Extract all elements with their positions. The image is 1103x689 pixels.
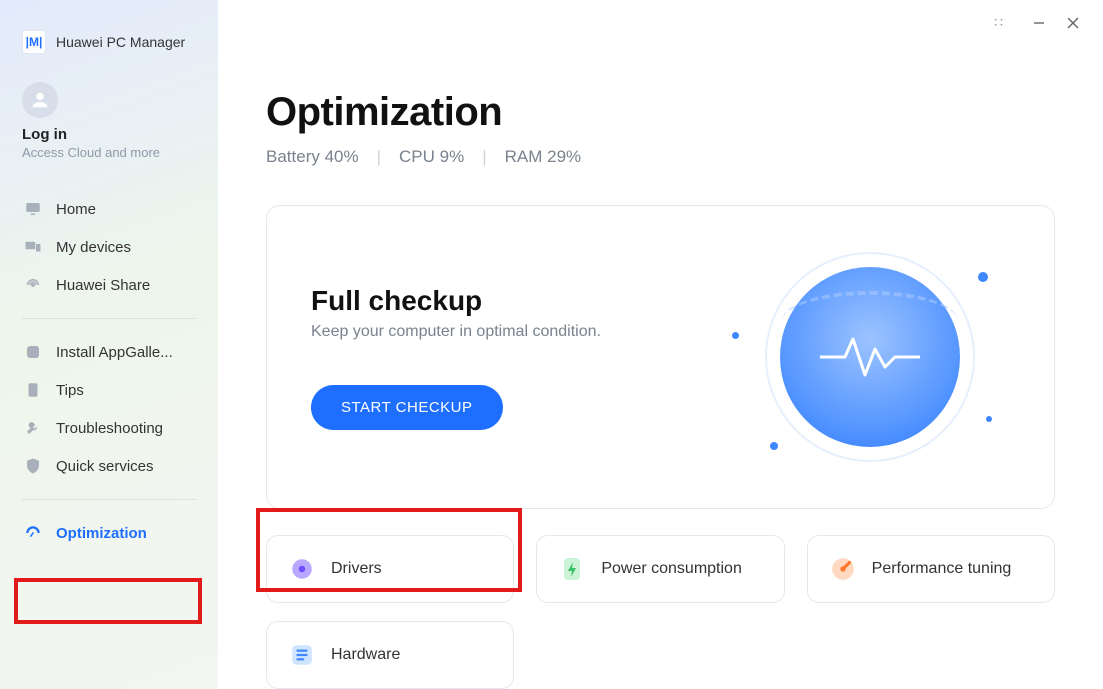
dashboard-icon	[24, 524, 42, 542]
sidebar-item-label: Tips	[56, 382, 84, 399]
sidebar-item-home[interactable]: Home	[12, 190, 206, 228]
tile-label: Power consumption	[601, 560, 742, 578]
login-sublabel: Access Cloud and more	[22, 145, 196, 160]
tool-tiles: Drivers Power consumption Performance tu…	[266, 535, 1055, 603]
app-title: Huawei PC Manager	[56, 34, 185, 50]
sidebar-item-label: Optimization	[56, 525, 147, 542]
devices-icon	[24, 238, 42, 256]
sidebar-item-label: Troubleshooting	[56, 420, 163, 437]
minimize-button[interactable]	[1031, 15, 1047, 31]
battery-stat: Battery 40%	[266, 147, 359, 167]
login-label: Log in	[22, 126, 196, 143]
checkup-text: Full checkup Keep your computer in optim…	[311, 285, 601, 430]
pulse-icon	[820, 327, 920, 387]
tips-icon	[24, 381, 42, 399]
orbit-dot-icon	[732, 332, 739, 339]
sidebar-item-troubleshoot[interactable]: Troubleshooting	[12, 409, 206, 447]
tile-hardware[interactable]: Hardware	[266, 621, 514, 689]
tile-label: Drivers	[331, 560, 382, 578]
orb-icon	[780, 267, 960, 447]
gear-icon	[289, 556, 315, 582]
stat-separator: |	[377, 147, 381, 167]
tile-power[interactable]: Power consumption	[536, 535, 784, 603]
orbit-dot-icon	[986, 416, 992, 422]
orbit-dot-icon	[770, 442, 778, 450]
sidebar-item-devices[interactable]: My devices	[12, 228, 206, 266]
start-checkup-button[interactable]: START CHECKUP	[311, 385, 503, 430]
sidebar-item-label: Home	[56, 201, 96, 218]
app-window: ∷ |M| Huawei PC Manager Log in Access Cl…	[0, 0, 1103, 689]
stat-separator: |	[482, 147, 486, 167]
signal-icon	[24, 276, 42, 294]
sidebar-item-label: Quick services	[56, 458, 154, 475]
wrench-icon	[24, 419, 42, 437]
sidebar-item-label: Install AppGalle...	[56, 344, 173, 361]
checkup-card: Full checkup Keep your computer in optim…	[266, 205, 1055, 509]
menu-dots-icon[interactable]: ∷	[994, 14, 1005, 31]
sidebar-item-label: My devices	[56, 239, 131, 256]
sidebar: |M| Huawei PC Manager Log in Access Clou…	[0, 0, 218, 689]
gauge-icon	[830, 556, 856, 582]
sidebar-item-optimization[interactable]: Optimization	[12, 514, 206, 552]
system-stats: Battery 40% | CPU 9% | RAM 29%	[266, 147, 1055, 167]
close-button[interactable]	[1065, 15, 1081, 31]
page-title: Optimization	[266, 90, 1055, 135]
sidebar-item-tips[interactable]: Tips	[12, 371, 206, 409]
nav-group-tools: Install AppGalle... Tips Troubleshooting…	[0, 333, 218, 485]
orbit-dot-icon	[978, 272, 988, 282]
checkup-illustration	[730, 242, 1010, 472]
nav-separator	[22, 318, 196, 319]
nav-group-opt: Optimization	[0, 514, 218, 552]
sidebar-item-share[interactable]: Huawei Share	[12, 266, 206, 304]
account-block[interactable]: Log in Access Cloud and more	[0, 82, 218, 190]
checkup-subtitle: Keep your computer in optimal condition.	[311, 323, 601, 341]
tile-drivers[interactable]: Drivers	[266, 535, 514, 603]
bolt-icon	[559, 556, 585, 582]
app-logo-icon: |M|	[22, 30, 46, 54]
avatar-icon	[22, 82, 58, 118]
main-content: Optimization Battery 40% | CPU 9% | RAM …	[218, 0, 1103, 689]
cpu-stat: CPU 9%	[399, 147, 464, 167]
sidebar-item-quickservices[interactable]: Quick services	[12, 447, 206, 485]
window-controls: ∷	[972, 0, 1103, 45]
orb-dash-icon	[782, 291, 958, 321]
tile-label: Hardware	[331, 646, 400, 664]
tile-label: Performance tuning	[872, 560, 1012, 578]
sidebar-item-label: Huawei Share	[56, 277, 150, 294]
nav-group-main: Home My devices Huawei Share	[0, 190, 218, 304]
monitor-icon	[24, 200, 42, 218]
ram-stat: RAM 29%	[505, 147, 582, 167]
list-icon	[289, 642, 315, 668]
tile-performance[interactable]: Performance tuning	[807, 535, 1055, 603]
app-brand: |M| Huawei PC Manager	[0, 30, 218, 82]
nav-separator	[22, 499, 196, 500]
app-icon	[24, 343, 42, 361]
checkup-title: Full checkup	[311, 285, 601, 317]
sidebar-item-appgallery[interactable]: Install AppGalle...	[12, 333, 206, 371]
shield-icon	[24, 457, 42, 475]
